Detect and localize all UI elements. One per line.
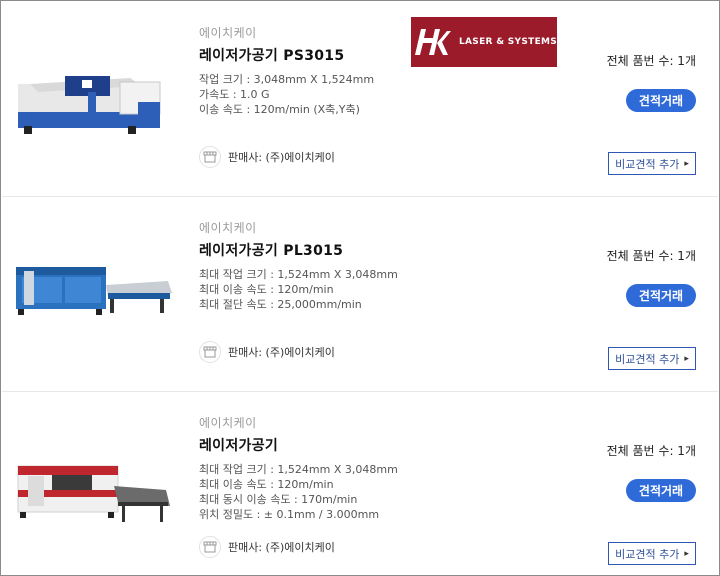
- product-image[interactable]: [10, 432, 175, 537]
- part-count: 전체 품번 수: 1개: [606, 54, 696, 68]
- product-image[interactable]: [10, 42, 175, 147]
- spec-item: 최대 동시 이송 속도 : 170m/min: [199, 493, 358, 506]
- company-logo: LASER & SYSTEMS: [411, 17, 557, 67]
- spec-item: 최대 작업 크기 : 1,524mm X 3,048mm: [199, 268, 398, 281]
- product-card: 에이치케이 레이저가공기 PS3015 작업 크기 : 3,048mm X 1,…: [2, 2, 718, 197]
- add-compare-quote-button[interactable]: 비교견적 추가 ▸: [608, 152, 696, 175]
- quote-deal-button[interactable]: 견적거래: [626, 89, 696, 112]
- brand-name: 에이치케이: [199, 221, 257, 235]
- quote-deal-button[interactable]: 견적거래: [626, 479, 696, 502]
- spec-item: 이송 속도 : 120m/min (X축,Y축): [199, 103, 360, 116]
- spec-item: 최대 작업 크기 : 1,524mm X 3,048mm: [199, 463, 398, 476]
- store-icon: [199, 341, 221, 363]
- product-title[interactable]: 레이저가공기 PS3015: [199, 45, 344, 65]
- seller-info: 판매사: (주)에이치케이: [199, 341, 335, 363]
- brand-name: 에이치케이: [199, 416, 257, 430]
- brand-name: 에이치케이: [199, 26, 257, 40]
- spec-list: 최대 작업 크기 : 1,524mm X 3,048mm 최대 이송 속도 : …: [199, 462, 398, 522]
- laser-machine-image: [10, 42, 175, 147]
- laser-machine-image: [10, 237, 175, 342]
- spec-item: 최대 절단 속도 : 25,000mm/min: [199, 298, 362, 311]
- product-title[interactable]: 레이저가공기 PL3015: [199, 240, 343, 260]
- product-card: 에이치케이 레이저가공기 최대 작업 크기 : 1,524mm X 3,048m…: [2, 392, 718, 575]
- seller-info: 판매사: (주)에이치케이: [199, 536, 335, 558]
- product-title[interactable]: 레이저가공기: [199, 435, 278, 455]
- compare-label: 비교견적 추가: [615, 157, 680, 171]
- spec-item: 가속도 : 1.0 G: [199, 88, 270, 101]
- product-image[interactable]: [10, 237, 175, 342]
- chevron-right-icon: ▸: [684, 353, 689, 364]
- spec-item: 최대 이송 속도 : 120m/min: [199, 478, 334, 491]
- logo-text: LASER & SYSTEMS: [459, 37, 558, 47]
- compare-label: 비교견적 추가: [615, 352, 680, 366]
- quote-deal-button[interactable]: 견적거래: [626, 284, 696, 307]
- product-card: 에이치케이 레이저가공기 PL3015 최대 작업 크기 : 1,524mm X…: [2, 197, 718, 392]
- part-count: 전체 품번 수: 1개: [606, 249, 696, 263]
- seller-name[interactable]: 판매사: (주)에이치케이: [228, 344, 335, 360]
- chevron-right-icon: ▸: [684, 548, 689, 559]
- spec-item: 작업 크기 : 3,048mm X 1,524mm: [199, 73, 375, 86]
- product-list: 에이치케이 레이저가공기 PS3015 작업 크기 : 3,048mm X 1,…: [0, 0, 720, 576]
- spec-list: 최대 작업 크기 : 1,524mm X 3,048mm 최대 이송 속도 : …: [199, 267, 398, 312]
- seller-name[interactable]: 판매사: (주)에이치케이: [228, 539, 335, 555]
- add-compare-quote-button[interactable]: 비교견적 추가 ▸: [608, 542, 696, 565]
- store-icon: [199, 536, 221, 558]
- laser-machine-image: [10, 432, 175, 537]
- chevron-right-icon: ▸: [684, 158, 689, 169]
- hk-logo-mark: [411, 17, 451, 67]
- seller-name[interactable]: 판매사: (주)에이치케이: [228, 149, 335, 165]
- seller-info: 판매사: (주)에이치케이: [199, 146, 335, 168]
- spec-item: 최대 이송 속도 : 120m/min: [199, 283, 334, 296]
- spec-list: 작업 크기 : 3,048mm X 1,524mm 가속도 : 1.0 G 이송…: [199, 72, 374, 117]
- add-compare-quote-button[interactable]: 비교견적 추가 ▸: [608, 347, 696, 370]
- part-count: 전체 품번 수: 1개: [606, 444, 696, 458]
- spec-item: 위치 정밀도 : ± 0.1mm / 3.000mm: [199, 508, 380, 521]
- store-icon: [199, 146, 221, 168]
- compare-label: 비교견적 추가: [615, 547, 680, 561]
